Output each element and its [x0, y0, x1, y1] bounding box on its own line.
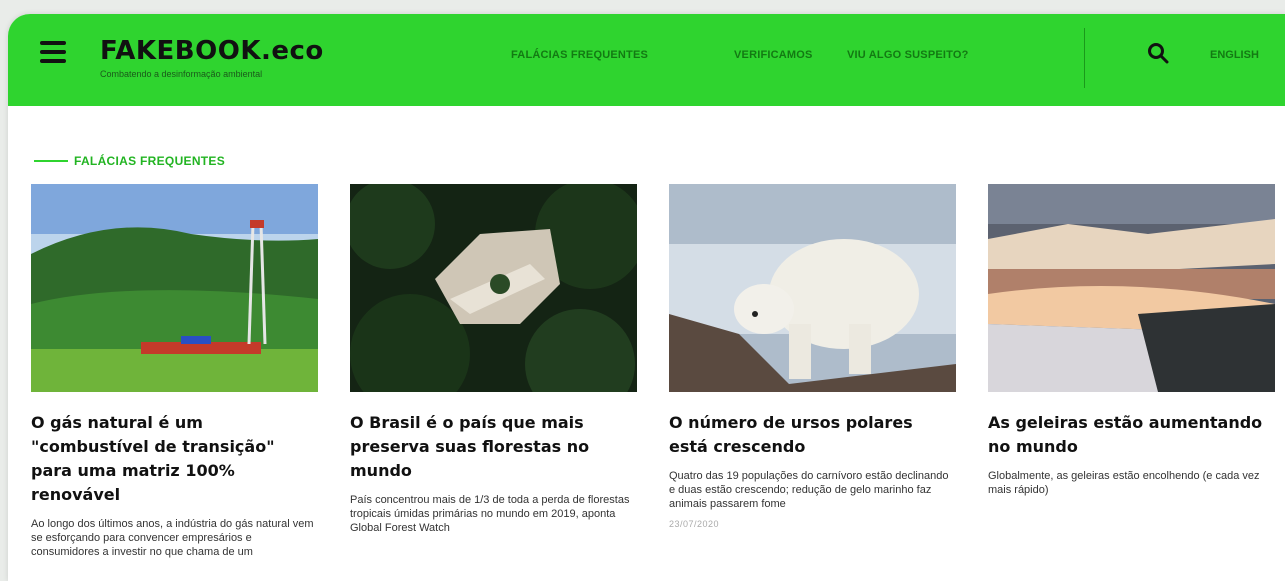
search-icon[interactable] — [1147, 42, 1169, 64]
article-image-glacier[interactable] — [988, 184, 1275, 392]
article-image-polar-bear[interactable] — [669, 184, 956, 392]
section-accent-line — [34, 160, 68, 162]
header-divider — [1084, 28, 1085, 88]
article-summary: Ao longo dos últimos anos, a indústria d… — [31, 518, 314, 558]
article-title[interactable]: O número de ursos polares está crescendo — [669, 411, 956, 459]
article-image-deforestation[interactable] — [345, 179, 645, 419]
article-card-gas-natural[interactable]: O gás natural é um "combustível de trans… — [31, 184, 318, 559]
article-card-geleiras[interactable]: As geleiras estão aumentando no mundo Gl… — [988, 184, 1275, 497]
article-image-gas-drilling[interactable] — [31, 184, 318, 392]
article-summary: País concentrou mais de 1/3 de toda a pe… — [350, 494, 630, 534]
site-logo[interactable]: FAKEBOOK.eco — [100, 36, 324, 66]
article-date: 23/07/2020 — [669, 519, 720, 529]
article-title[interactable]: As geleiras estão aumentando no mundo — [988, 411, 1275, 459]
article-title[interactable]: O Brasil é o país que mais preserva suas… — [350, 411, 637, 483]
article-summary: Quatro das 19 populações do carnívoro es… — [669, 470, 949, 510]
nav-link-verificamos[interactable]: VERIFICAMOS — [734, 49, 813, 61]
nav-link-viu-algo-suspeito[interactable]: VIU ALGO SUSPEITO? — [847, 49, 969, 61]
hamburger-menu-icon[interactable] — [40, 41, 66, 63]
article-title[interactable]: O gás natural é um "combustível de trans… — [31, 411, 318, 507]
site-header: FAKEBOOK.eco Combatendo a desinformação … — [8, 14, 1285, 106]
page-frame: FAKEBOOK.eco Combatendo a desinformação … — [8, 14, 1285, 581]
article-card-ursos-polares[interactable]: O número de ursos polares está crescendo… — [669, 184, 956, 529]
site-tagline: Combatendo a desinformação ambiental — [100, 69, 263, 79]
article-card-brasil-florestas[interactable]: O Brasil é o país que mais preserva suas… — [345, 179, 645, 535]
article-summary: Globalmente, as geleiras estão encolhend… — [988, 470, 1260, 496]
section-title: FALÁCIAS FREQUENTES — [74, 154, 226, 168]
nav-link-falacias-frequentes[interactable]: FALÁCIAS FREQUENTES — [511, 49, 648, 61]
language-switch-link[interactable]: ENGLISH — [1210, 49, 1259, 61]
